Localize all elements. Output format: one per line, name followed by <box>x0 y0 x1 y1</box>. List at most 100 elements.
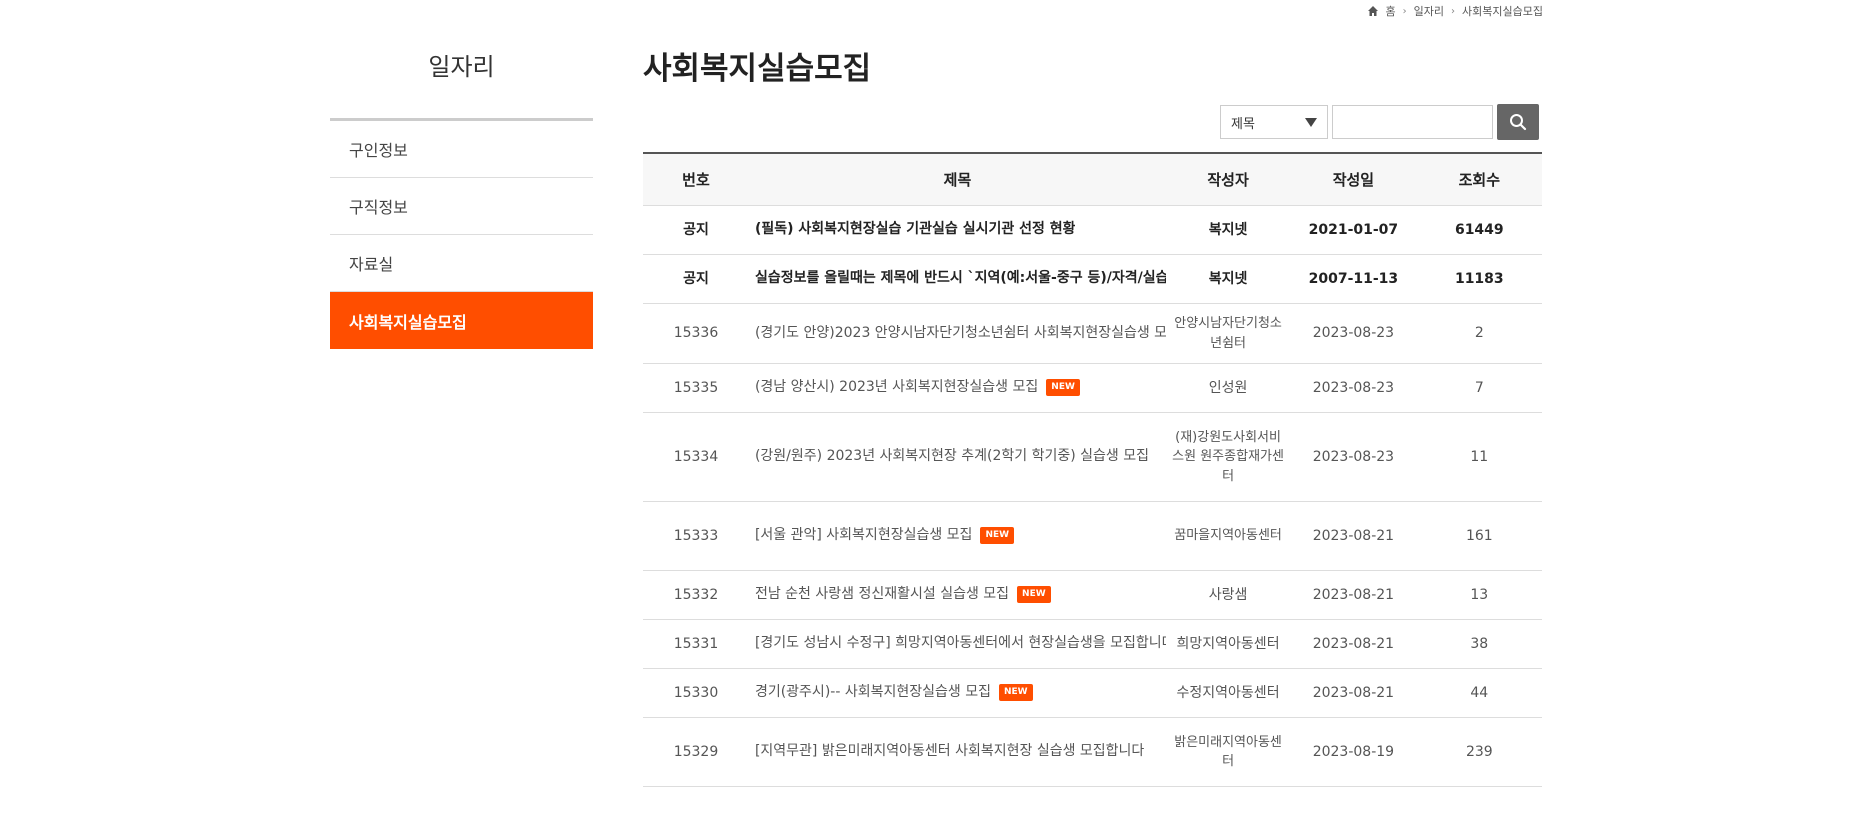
table-row: 15332 전남 순천 사랑샘 정신재활시설 실습생 모집 NEW 사랑샘 2023-0… <box>643 570 1542 620</box>
row-title-cell: [경기도 성남시 수정구] 희망지역아동센터에서 현장실습생을 모집합니다 <box>748 619 1166 669</box>
sidebar-item-job-offers[interactable]: 구인정보 <box>330 121 593 178</box>
row-date: 2023-08-19 <box>1290 717 1417 787</box>
row-views: 161 <box>1416 501 1542 571</box>
row-title-link[interactable]: 전남 순천 사랑샘 정신재활시설 실습생 모집 <box>755 584 1009 605</box>
header-author: 작성자 <box>1165 153 1291 206</box>
table-row: 15333 [서울 관악] 사회복지현장실습생 모집 NEW 꿈마을지역아동센터 202… <box>643 501 1542 571</box>
sidebar-menu: 구인정보 구직정보 자료실 사회복지실습모집 <box>330 118 593 349</box>
table-row: 15335 (경남 양산시) 2023년 사회복지현장실습생 모집 NEW 인성원 20… <box>643 363 1542 413</box>
home-icon[interactable] <box>1367 5 1379 17</box>
row-date: 2023-08-21 <box>1290 570 1417 620</box>
row-date: 2023-08-21 <box>1290 668 1417 718</box>
row-views: 61449 <box>1416 205 1542 255</box>
search-bar: 제목 <box>1220 104 1539 140</box>
row-title-link[interactable]: (강원/원주) 2023년 사회복지현장 추계(2학기 학기중) 실습생 모집 <box>755 446 1149 467</box>
row-title-link[interactable]: [지역무관] 밝은미래지역아동센터 사회복지현장 실습생 모집합니다 <box>755 741 1144 762</box>
header-number: 번호 <box>643 153 749 206</box>
row-author: 수정지역아동센터 <box>1165 668 1291 718</box>
header-date: 작성일 <box>1290 153 1417 206</box>
row-date: 2023-08-23 <box>1290 412 1417 502</box>
new-badge: NEW <box>1046 379 1080 397</box>
row-views: 7 <box>1416 363 1542 413</box>
row-views: 13 <box>1416 570 1542 620</box>
breadcrumb: 홈 › 일자리 › 사회복지실습모집 <box>1367 1 1543 21</box>
row-title-link[interactable]: [경기도 성남시 수정구] 희망지역아동센터에서 현장실습생을 모집합니다 <box>755 633 1166 654</box>
row-title-cell: [서울 관악] 사회복지현장실습생 모집 NEW <box>748 501 1166 571</box>
row-title-cell: (필독) 사회복지현장실습 기관실습 실시기관 선정 현황 <box>748 205 1166 255</box>
row-views: 239 <box>1416 717 1542 787</box>
table-header-row: 번호 제목 작성자 작성일 조회수 <box>643 153 1542 206</box>
row-number: 공지 <box>643 205 749 255</box>
header-views: 조회수 <box>1416 153 1542 206</box>
search-icon <box>1510 114 1527 131</box>
new-badge: NEW <box>1017 586 1051 604</box>
row-author: 희망지역아동센터 <box>1165 619 1291 669</box>
row-author: 인성원 <box>1165 363 1291 413</box>
breadcrumb-level1[interactable]: 일자리 <box>1414 3 1444 19</box>
row-number: 15332 <box>643 570 749 620</box>
row-title-link[interactable]: 경기(광주시)-- 사회복지현장실습생 모집 <box>755 682 991 703</box>
table-row: 15336 (경기도 안양)2023 안양시남자단기청소년쉼터 사회복지현장실습생… <box>643 303 1542 364</box>
row-title-link[interactable]: 실습정보를 올릴때는 제목에 반드시 `지역(예:서울-중구 등)/자격/실습기… <box>755 268 1166 289</box>
new-badge: NEW <box>998 684 1033 702</box>
row-number: 공지 <box>643 254 749 304</box>
new-badge: NEW <box>980 527 1015 545</box>
notice-row: 공지 실습정보를 올릴때는 제목에 반드시 `지역(예:서울-중구 등)/자격/실… <box>643 254 1542 304</box>
row-date: 2007-11-13 <box>1290 254 1417 304</box>
row-views: 11183 <box>1416 254 1542 304</box>
table-row: 15334 (강원/원주) 2023년 사회복지현장 추계(2학기 학기중) 실습… <box>643 412 1542 502</box>
row-views: 38 <box>1416 619 1542 669</box>
row-title-cell: (경남 양산시) 2023년 사회복지현장실습생 모집 NEW <box>748 363 1166 413</box>
row-number: 15334 <box>643 412 749 502</box>
chevron-right-icon: › <box>1402 5 1407 17</box>
header-title: 제목 <box>748 153 1166 206</box>
notice-row: 공지 (필독) 사회복지현장실습 기관실습 실시기관 선정 현황 복지넷 2021-0… <box>643 205 1542 255</box>
sidebar-item-archive[interactable]: 자료실 <box>330 235 593 292</box>
row-title-cell: [지역무관] 밝은미래지역아동센터 사회복지현장 실습생 모집합니다 <box>748 717 1166 787</box>
row-author: 복지넷 <box>1165 205 1291 255</box>
breadcrumb-level2[interactable]: 사회복지실습모집 <box>1462 3 1543 19</box>
row-number: 15335 <box>643 363 749 413</box>
row-views: 44 <box>1416 668 1542 718</box>
row-date: 2021-01-07 <box>1290 205 1417 255</box>
row-views: 2 <box>1416 303 1542 364</box>
sidebar-item-job-seekers[interactable]: 구직정보 <box>330 178 593 235</box>
row-author: 복지넷 <box>1165 254 1291 304</box>
table-row: 15329 [지역무관] 밝은미래지역아동센터 사회복지현장 실습생 모집합니다 밝… <box>643 717 1542 787</box>
sidebar-title: 일자리 <box>428 53 495 81</box>
table-row: 15331 [경기도 성남시 수정구] 희망지역아동센터에서 현장실습생을 모집합… <box>643 619 1542 669</box>
row-number: 15333 <box>643 501 749 571</box>
row-date: 2023-08-23 <box>1290 363 1417 413</box>
search-field-select[interactable]: 제목 <box>1220 105 1328 139</box>
search-field-select-value: 제목 <box>1231 116 1255 132</box>
board-table: 번호 제목 작성자 작성일 조회수 공지 (필독) 사회복지현장실습 기관실습 실… <box>643 152 1542 787</box>
row-author: 사랑샘 <box>1165 570 1291 620</box>
row-title-cell: (경기도 안양)2023 안양시남자단기청소년쉼터 사회복지현장실습생 모집 <box>748 303 1166 364</box>
row-title-cell: 경기(광주시)-- 사회복지현장실습생 모집 NEW <box>748 668 1166 718</box>
row-title-link[interactable]: (경기도 안양)2023 안양시남자단기청소년쉼터 사회복지현장실습생 모집 <box>755 323 1166 344</box>
table-body: 공지 (필독) 사회복지현장실습 기관실습 실시기관 선정 현황 복지넷 2021-0… <box>643 205 1542 787</box>
search-input[interactable] <box>1332 105 1493 139</box>
row-date: 2023-08-23 <box>1290 303 1417 364</box>
row-date: 2023-08-21 <box>1290 619 1417 669</box>
row-views: 11 <box>1416 412 1542 502</box>
row-date: 2023-08-21 <box>1290 501 1417 571</box>
caret-down-icon <box>1305 117 1317 127</box>
row-number: 15336 <box>643 303 749 364</box>
row-title-cell: 전남 순천 사랑샘 정신재활시설 실습생 모집 NEW <box>748 570 1166 620</box>
breadcrumb-home[interactable]: 홈 <box>1386 3 1396 19</box>
search-button[interactable] <box>1497 104 1539 140</box>
row-title-cell: (강원/원주) 2023년 사회복지현장 추계(2학기 학기중) 실습생 모집 <box>748 412 1166 502</box>
row-number: 15330 <box>643 668 749 718</box>
row-title-link[interactable]: [서울 관악] 사회복지현장실습생 모집 <box>755 525 972 546</box>
row-author: 밝은미래지역아동센터 <box>1165 717 1291 787</box>
row-author: 꿈마을지역아동센터 <box>1165 501 1291 571</box>
row-number: 15329 <box>643 717 749 787</box>
sidebar-item-practicum-recruitment[interactable]: 사회복지실습모집 <box>330 292 593 349</box>
row-title-link[interactable]: (경남 양산시) 2023년 사회복지현장실습생 모집 <box>755 377 1038 398</box>
row-title-link[interactable]: (필독) 사회복지현장실습 기관실습 실시기관 선정 현황 <box>755 219 1076 240</box>
row-author: 안양시남자단기청소년쉼터 <box>1165 303 1291 364</box>
page-title: 사회복지실습모집 <box>643 51 872 87</box>
row-number: 15331 <box>643 619 749 669</box>
chevron-right-icon: › <box>1451 5 1456 17</box>
